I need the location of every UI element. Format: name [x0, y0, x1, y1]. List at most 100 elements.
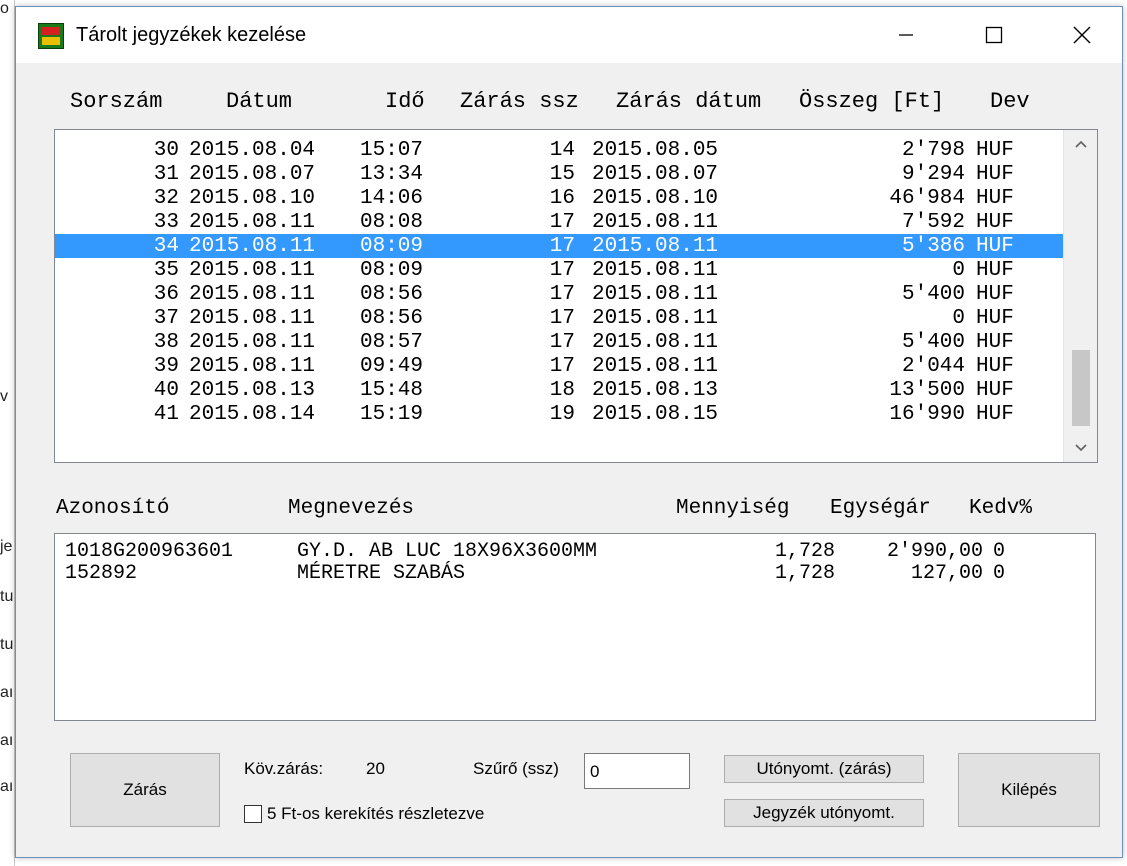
- receipt-row[interactable]: 33 2015.08.11 08:08 17 2015.08.11 7'592 HUF: [55, 210, 1063, 234]
- column-header-id: Azonosító: [56, 497, 170, 520]
- receipt-time: 08:56: [360, 307, 424, 330]
- item-discount: 0: [993, 562, 1006, 585]
- receipt-amount: 2'798: [901, 139, 965, 162]
- column-header-quantity: Mennyiség: [676, 497, 790, 520]
- receipt-amount: 5'400: [901, 283, 965, 306]
- receipt-currency: HUF: [976, 355, 1014, 378]
- receipt-time: 08:09: [360, 235, 424, 258]
- filter-input-value: 0: [590, 762, 600, 781]
- next-closing-value: 20: [366, 759, 385, 778]
- item-row[interactable]: 152892 MÉRETRE SZABÁS 1,728 127,00 0: [55, 562, 1095, 585]
- receipt-number: 33: [153, 211, 179, 234]
- scroll-up-button[interactable]: [1064, 130, 1097, 158]
- receipt-date: 2015.08.11: [189, 307, 316, 330]
- closing-date: 2015.08.05: [592, 139, 719, 162]
- item-name: GY.D. AB LUC 18X96X3600MM: [297, 540, 598, 563]
- receipt-row[interactable]: 35 2015.08.11 08:09 17 2015.08.11 0 HUF: [55, 258, 1063, 282]
- background-fragment: aı: [0, 732, 13, 749]
- reprint-receipt-button[interactable]: Jegyzék utónyomt.: [724, 799, 924, 827]
- closing-date: 2015.08.11: [592, 259, 719, 282]
- closing-date: 2015.08.11: [592, 331, 719, 354]
- window-title: Tárolt jegyzékek kezelése: [76, 24, 307, 46]
- receipt-time: 14:06: [360, 187, 424, 210]
- receipt-currency: HUF: [976, 211, 1014, 234]
- receipt-row[interactable]: 41 2015.08.14 15:19 19 2015.08.15 16'990 HUF: [55, 402, 1063, 426]
- receipt-row[interactable]: 39 2015.08.11 09:49 17 2015.08.11 2'044 HUF: [55, 354, 1063, 378]
- receipt-date: 2015.08.04: [189, 139, 316, 162]
- closing-number: 15: [549, 163, 575, 186]
- receipt-amount: 9'294: [901, 163, 965, 186]
- scroll-down-button[interactable]: [1064, 434, 1097, 462]
- item-discount: 0: [993, 540, 1006, 563]
- close-period-button[interactable]: Zárás: [70, 753, 220, 827]
- receipt-row[interactable]: 31 2015.08.07 13:34 15 2015.08.07 9'294 HUF: [55, 162, 1063, 186]
- receipt-amount: 7'592: [901, 211, 965, 234]
- item-quantity: 1,728: [774, 540, 835, 563]
- background-fragment: je: [0, 538, 13, 555]
- receipt-number: 41: [153, 403, 179, 426]
- background-fragment: aı: [0, 684, 13, 701]
- receipt-amount: 5'400: [901, 331, 965, 354]
- closing-date: 2015.08.11: [592, 235, 719, 258]
- closing-number: 17: [549, 331, 575, 354]
- receipt-time: 08:57: [360, 331, 424, 354]
- item-quantity: 1,728: [774, 562, 835, 585]
- receipt-currency: HUF: [976, 139, 1014, 162]
- receipt-row[interactable]: 38 2015.08.11 08:57 17 2015.08.11 5'400 HUF: [55, 330, 1063, 354]
- column-header-date: Dátum: [226, 89, 293, 114]
- receipt-row-selected[interactable]: 34 2015.08.11 08:09 17 2015.08.11 5'386 HUF: [55, 234, 1063, 258]
- maximize-button[interactable]: [962, 7, 1026, 63]
- receipt-row[interactable]: 30 2015.08.04 15:07 14 2015.08.05 2'798 HUF: [55, 138, 1063, 162]
- receipt-number: 35: [153, 259, 179, 282]
- exit-button[interactable]: Kilépés: [958, 753, 1100, 827]
- column-header-time: Idő: [385, 89, 425, 114]
- background-window-strip: o v je tu tu aı aı aı: [0, 0, 15, 866]
- receipt-time: 08:09: [360, 259, 424, 282]
- receipt-row[interactable]: 32 2015.08.10 14:06 16 2015.08.10 46'984 HUF: [55, 186, 1063, 210]
- column-header-number: Sorszám: [70, 89, 163, 114]
- item-unit-price: 127,00: [910, 562, 983, 585]
- receipt-row[interactable]: 40 2015.08.13 15:48 18 2015.08.13 13'500 HUF: [55, 378, 1063, 402]
- item-list[interactable]: 1018G200963601 GY.D. AB LUC 18X96X3600MM 1…: [54, 533, 1096, 721]
- receipt-amount: 0: [952, 259, 965, 282]
- closing-number: 17: [549, 307, 575, 330]
- close-icon: [1073, 26, 1091, 44]
- receipt-row[interactable]: 37 2015.08.11 08:56 17 2015.08.11 0 HUF: [55, 306, 1063, 330]
- reprint-closing-button[interactable]: Utónyomt. (zárás): [724, 755, 924, 783]
- closing-number: 19: [549, 403, 575, 426]
- receipt-time: 09:49: [360, 355, 424, 378]
- receipt-currency: HUF: [976, 379, 1014, 402]
- scrollbar-thumb[interactable]: [1072, 350, 1090, 426]
- closing-date: 2015.08.15: [592, 403, 719, 426]
- title-bar[interactable]: Tárolt jegyzékek kezelése: [16, 7, 1122, 63]
- chevron-up-icon: [1074, 140, 1087, 148]
- vertical-scrollbar[interactable]: [1063, 130, 1097, 462]
- closing-number: 17: [549, 211, 575, 234]
- receipt-time: 15:48: [360, 379, 424, 402]
- chevron-down-icon: [1074, 444, 1087, 452]
- receipt-number: 31: [153, 163, 179, 186]
- minimize-button[interactable]: [874, 7, 938, 63]
- receipt-list[interactable]: 30 2015.08.04 15:07 14 2015.08.05 2'798 HUF 31 2…: [54, 129, 1098, 463]
- column-header-discount: Kedv%: [969, 497, 1033, 520]
- background-fragment: v: [0, 388, 8, 405]
- column-header-currency: Dev: [990, 89, 1030, 114]
- receipt-row[interactable]: 36 2015.08.11 08:56 17 2015.08.11 5'400 HUF: [55, 282, 1063, 306]
- receipt-date: 2015.08.11: [189, 283, 316, 306]
- rounding-checkbox[interactable]: [244, 805, 262, 823]
- receipt-amount: 13'500: [889, 379, 965, 402]
- item-row[interactable]: 1018G200963601 GY.D. AB LUC 18X96X3600MM 1…: [55, 540, 1095, 563]
- app-icon: [38, 23, 64, 49]
- receipt-time: 08:56: [360, 283, 424, 306]
- receipt-time: 15:07: [360, 139, 424, 162]
- receipt-date: 2015.08.11: [189, 355, 316, 378]
- background-fragment: tu: [0, 636, 13, 653]
- close-button[interactable]: [1050, 7, 1114, 63]
- receipt-currency: HUF: [976, 403, 1014, 426]
- receipt-amount: 46'984: [889, 187, 965, 210]
- receipt-time: 08:08: [360, 211, 424, 234]
- receipt-currency: HUF: [976, 235, 1014, 258]
- receipt-date: 2015.08.11: [189, 235, 316, 258]
- filter-input[interactable]: 0: [584, 753, 690, 789]
- item-unit-price: 2'990,00: [886, 540, 983, 563]
